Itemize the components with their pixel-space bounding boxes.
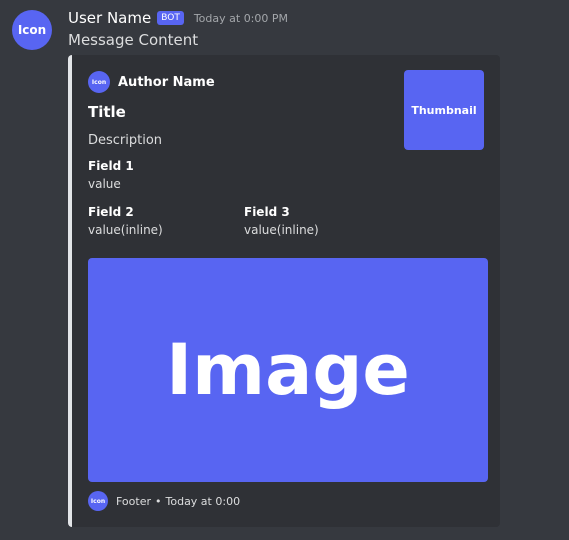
footer-text: Footer • Today at 0:00 [116, 495, 240, 508]
footer-label: Footer [116, 494, 151, 508]
embed-title: Title [88, 103, 126, 121]
embed-footer: Icon Footer • Today at 0:00 [88, 491, 240, 511]
footer-separator: • [155, 494, 162, 508]
embed-field-2: Field 2 value(inline) [88, 205, 163, 237]
message-content: Message Content [68, 31, 199, 49]
field-value: value [88, 177, 121, 191]
embed-field-1: Field 1 value [88, 159, 134, 191]
embed-description: Description [88, 133, 163, 148]
field-value: value(inline) [88, 223, 163, 237]
field-value: value(inline) [244, 223, 319, 237]
field-name: Field 2 [88, 205, 134, 219]
footer-timestamp: Today at 0:00 [165, 494, 241, 508]
embed-author: Icon Author Name [88, 71, 215, 93]
footer-icon: Icon [88, 491, 108, 511]
username[interactable]: User Name [68, 9, 151, 27]
user-avatar[interactable]: Icon [12, 10, 52, 50]
bot-badge: BOT [157, 11, 184, 25]
embed-field-3: Field 3 value(inline) [244, 205, 319, 237]
field-name: Field 3 [244, 205, 290, 219]
embed-image[interactable]: Image [88, 258, 488, 482]
embed-thumbnail[interactable]: Thumbnail [404, 70, 484, 150]
author-name: Author Name [118, 74, 215, 90]
embed: Icon Author Name Thumbnail Title Descrip… [68, 55, 500, 527]
message-header: User Name BOT Today at 0:00 PM [68, 9, 288, 27]
message: Icon User Name BOT Today at 0:00 PM Mess… [0, 0, 569, 540]
message-timestamp: Today at 0:00 PM [193, 11, 289, 25]
field-name: Field 1 [88, 159, 134, 173]
author-icon: Icon [88, 71, 110, 93]
